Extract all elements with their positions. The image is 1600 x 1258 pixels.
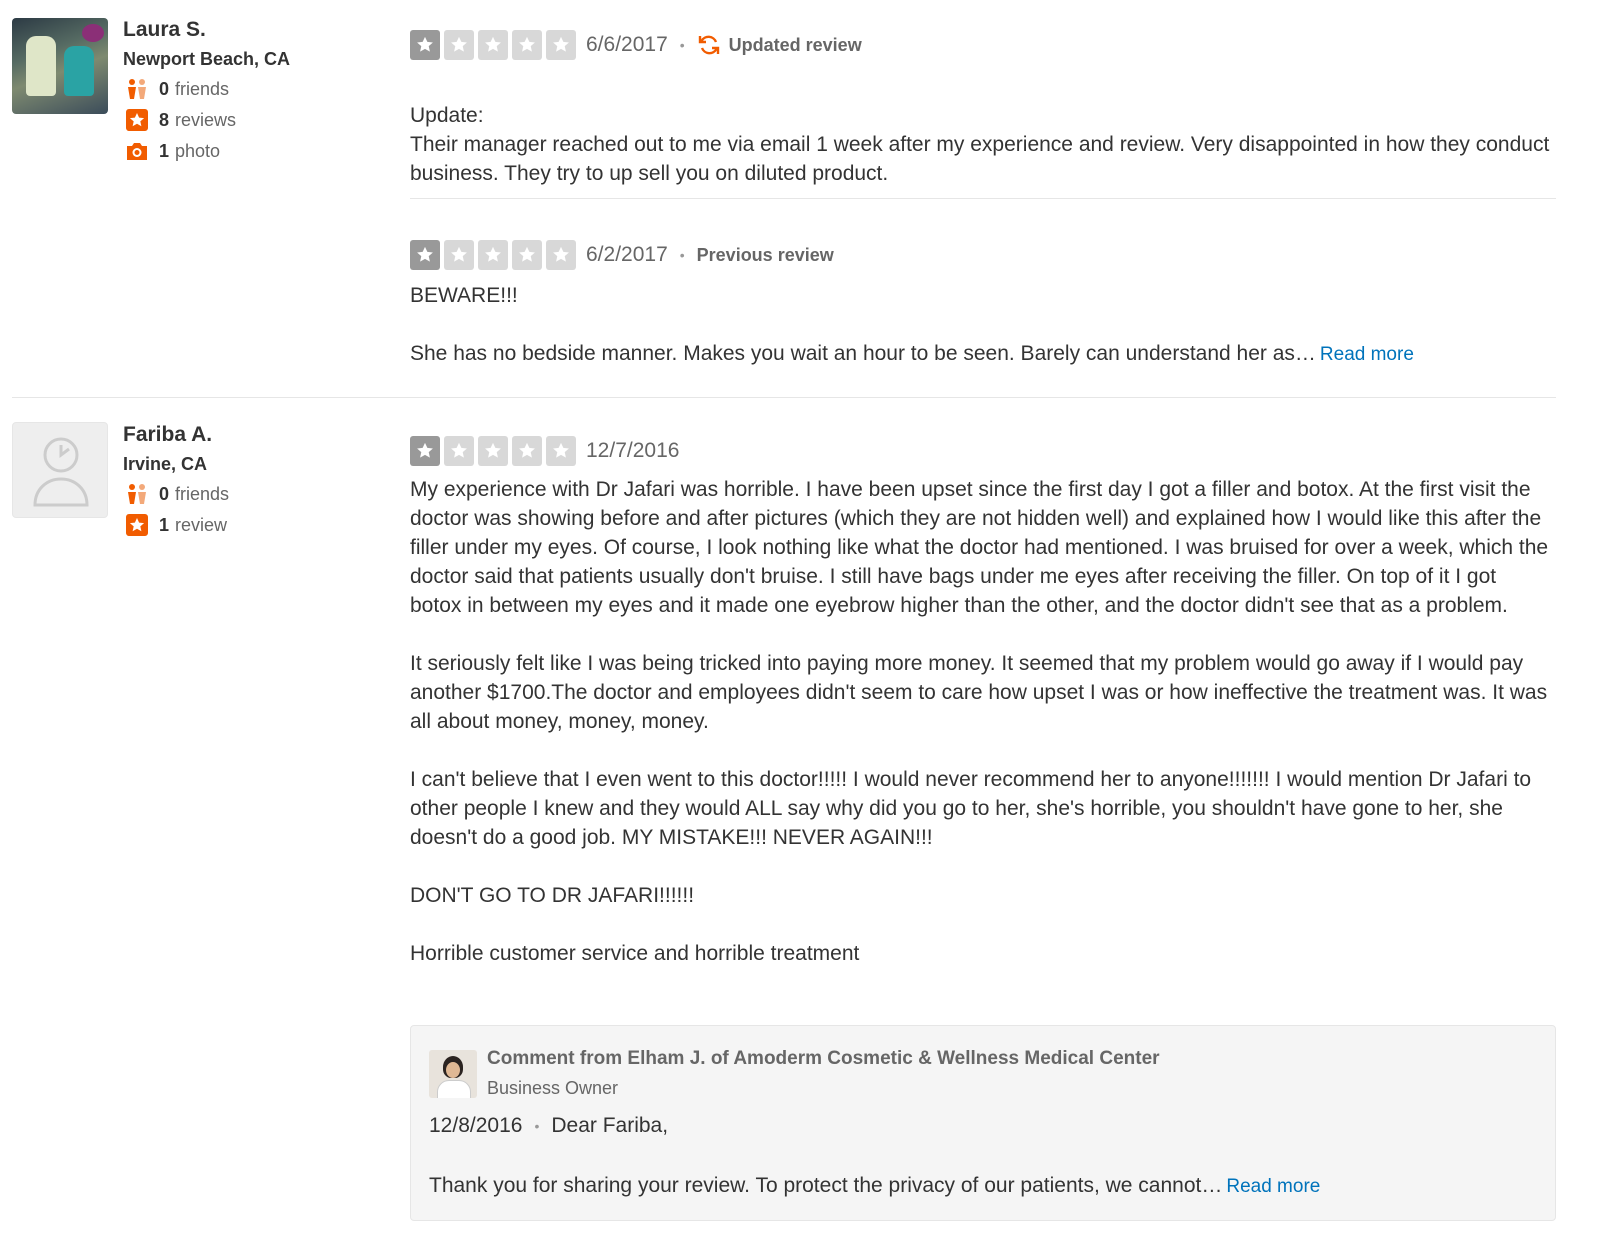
- friends-icon: [125, 483, 149, 505]
- review-paragraph: Horrible customer service and horrible t…: [410, 942, 860, 965]
- review-date: 12/7/2016: [586, 439, 680, 462]
- comment-header-line: 12/8/2016 • Dear Fariba,: [429, 1114, 668, 1138]
- rating-row: 12/7/2016: [410, 436, 679, 466]
- star-empty-icon: [512, 30, 542, 60]
- rating-row: 6/2/2017 • Previous review: [410, 240, 834, 270]
- user-avatar[interactable]: [12, 18, 108, 114]
- star-empty-icon: [546, 30, 576, 60]
- user-location: Newport Beach, CA: [123, 49, 291, 69]
- updated-review-label: Updated review: [728, 34, 862, 55]
- separator-dot: •: [679, 37, 685, 53]
- star-rating: [410, 240, 576, 270]
- review-paragraph: Update: Their manager reached out to me …: [410, 104, 1550, 185]
- updated-review-tag[interactable]: Updated review: [697, 34, 862, 56]
- review-text: My experience with Dr Jafari was horribl…: [410, 475, 1550, 968]
- divider: [410, 198, 1556, 199]
- star-filled-icon: [410, 240, 440, 270]
- review-star-icon: [125, 109, 149, 131]
- star-empty-icon: [546, 240, 576, 270]
- default-user-icon: [33, 437, 89, 507]
- owner-comment: Comment from Elham J. of Amoderm Cosmeti…: [410, 1025, 1556, 1221]
- reviews-stat: 1 review: [125, 514, 227, 536]
- review-date: 6/6/2017: [586, 33, 668, 56]
- reviews-count: 8: [159, 109, 170, 130]
- star-empty-icon: [512, 240, 542, 270]
- friends-stat: 0 friends: [125, 78, 229, 100]
- review-paragraph: DON'T GO TO DR JAFARI!!!!!!: [410, 884, 695, 907]
- owner-avatar[interactable]: [429, 1050, 477, 1098]
- review-paragraph: My experience with Dr Jafari was horribl…: [410, 478, 1549, 617]
- review-excerpt: She has no bedside manner. Makes you wai…: [410, 339, 1550, 369]
- friends-count: 0: [159, 483, 170, 504]
- photos-label: photo: [175, 140, 221, 161]
- star-empty-icon: [512, 436, 542, 466]
- user-avatar[interactable]: [12, 422, 108, 518]
- comment-date: 12/8/2016: [429, 1114, 523, 1137]
- star-filled-icon: [410, 436, 440, 466]
- photos-stat: 1 photo: [125, 140, 220, 162]
- reviews-label: reviews: [175, 109, 237, 130]
- refresh-icon: [698, 35, 719, 55]
- star-empty-icon: [478, 30, 508, 60]
- reviews-count: 1: [159, 514, 170, 535]
- friends-icon: [125, 78, 149, 100]
- reviews-label: review: [175, 514, 228, 535]
- reviews-stat: 8 reviews: [125, 109, 236, 131]
- review-text: Update: Their manager reached out to me …: [410, 72, 1550, 217]
- review-divider: [12, 397, 1556, 398]
- separator-dot: •: [534, 1118, 540, 1134]
- user-name[interactable]: Fariba A.: [123, 423, 212, 447]
- comment-greeting: Dear Fariba,: [551, 1114, 669, 1137]
- comment-title[interactable]: Comment from Elham J. of Amoderm Cosmeti…: [487, 1048, 1160, 1070]
- star-empty-icon: [478, 240, 508, 270]
- friends-label: friends: [175, 78, 230, 99]
- comment-role: Business Owner: [487, 1078, 619, 1098]
- review-paragraph: BEWARE!!!: [410, 284, 518, 307]
- friends-stat: 0 friends: [125, 483, 229, 505]
- star-rating: [410, 436, 576, 466]
- read-more-link[interactable]: Read more: [1226, 1176, 1320, 1197]
- star-empty-icon: [444, 30, 474, 60]
- star-empty-icon: [444, 436, 474, 466]
- review-date: 6/2/2017: [586, 243, 668, 266]
- star-empty-icon: [478, 436, 508, 466]
- excerpt-text: She has no bedside manner. Makes you wai…: [410, 342, 1316, 365]
- separator-dot: •: [679, 247, 685, 263]
- user-location: Irvine, CA: [123, 454, 208, 474]
- read-more-link[interactable]: Read more: [1320, 344, 1414, 365]
- camera-icon: [125, 140, 149, 162]
- friends-label: friends: [175, 483, 230, 504]
- review-paragraph: I can't believe that I even went to this…: [410, 768, 1532, 849]
- star-empty-icon: [546, 436, 576, 466]
- star-filled-icon: [410, 30, 440, 60]
- photos-count: 1: [159, 140, 170, 161]
- star-rating: [410, 30, 576, 60]
- review-paragraph: It seriously felt like I was being trick…: [410, 652, 1548, 733]
- rating-row: 6/6/2017 • Updated review: [410, 30, 862, 60]
- review-star-icon: [125, 514, 149, 536]
- star-empty-icon: [444, 240, 474, 270]
- previous-review-tag[interactable]: Previous review: [697, 245, 834, 266]
- review-text: BEWARE!!! She has no bedside manner. Mak…: [410, 281, 1550, 369]
- comment-body: Thank you for sharing your review. To pr…: [429, 1174, 1320, 1198]
- user-name[interactable]: Laura S.: [123, 18, 206, 42]
- friends-count: 0: [159, 78, 170, 99]
- comment-excerpt: Thank you for sharing your review. To pr…: [429, 1174, 1223, 1197]
